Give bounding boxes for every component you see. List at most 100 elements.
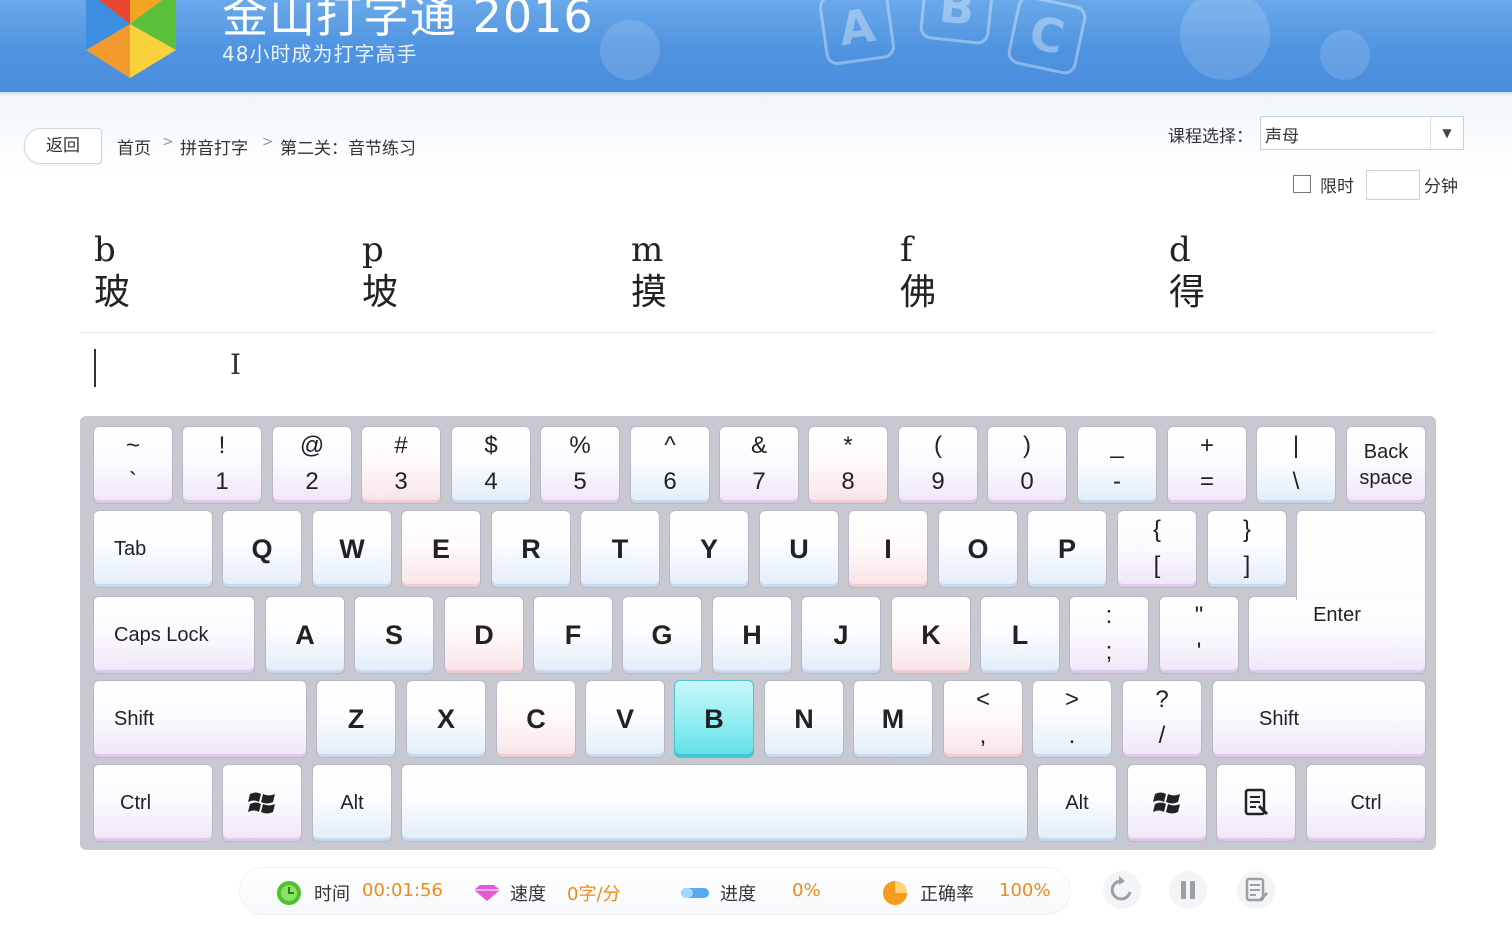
key-s[interactable]: S [354,596,434,674]
key-a[interactable]: A [265,596,345,674]
key-semicolon[interactable]: :; [1069,596,1149,674]
key-f[interactable]: F [533,596,613,674]
space-key[interactable] [401,764,1028,842]
accuracy-value: 100% [999,880,1051,901]
key-d[interactable]: D [444,596,524,674]
key-j[interactable]: J [801,596,881,674]
text-divider [80,332,1435,333]
key-row1-13[interactable]: | \ [1256,426,1336,504]
key-label: U [789,533,809,564]
practice-word: b 玻 [94,232,214,318]
key-row1-3[interactable]: #3 [361,426,441,504]
key-u[interactable]: U [759,510,839,588]
key-shift-symbol: $ [484,432,498,459]
breadcrumb-home[interactable]: 首页 [117,134,151,159]
key-label: Z [347,703,365,734]
key-x[interactable]: X [406,680,486,758]
time-limit-minutes-input[interactable] [1366,170,1420,200]
key-label: Caps Lock [114,623,209,646]
decor-bubble [1180,0,1270,80]
key-label: X [436,703,455,734]
course-select[interactable]: 声母 ▼ [1260,116,1464,150]
key-base-symbol: [ [1153,552,1161,579]
key-m[interactable]: M [853,680,933,758]
key-row1-2[interactable]: @2 [272,426,352,504]
left-windows-key[interactable] [222,764,302,842]
key-row1-8[interactable]: * 8 [808,426,888,504]
menu-key[interactable] [1216,764,1296,842]
key-row1-1[interactable]: ! 1 [182,426,262,504]
key-r[interactable]: R [491,510,571,588]
left-ctrl-key[interactable]: Ctrl [93,764,213,842]
key-y[interactable]: Y [669,510,749,588]
chevron-down-icon[interactable]: ▼ [1430,117,1463,149]
key-row1-0[interactable]: ~ ` [93,426,173,504]
key-label: P [1057,533,1076,564]
right-windows-key[interactable] [1127,764,1207,842]
key-p[interactable]: P [1027,510,1107,588]
key-h[interactable]: H [712,596,792,674]
key-row1-5[interactable]: % 5 [540,426,620,504]
left-alt-key[interactable]: Alt [312,764,392,842]
pinyin-text: b [94,230,116,270]
key-shift-symbol: ? [1155,686,1169,713]
key-row1-9[interactable]: (9 [898,426,978,504]
right-shift-key[interactable]: Shift [1212,680,1426,758]
backspace-key[interactable]: Back space [1346,426,1426,504]
tab-key[interactable]: Tab [93,510,213,588]
key-row1-7[interactable]: & 7 [719,426,799,504]
pause-icon[interactable] [1168,870,1208,910]
key-row1-11[interactable]: _ - [1077,426,1157,504]
key-n[interactable]: N [764,680,844,758]
key-c[interactable]: C [496,680,576,758]
key-b[interactable]: B [674,680,754,758]
key-row1-12[interactable]: + = [1167,426,1247,504]
key-z[interactable]: Z [316,680,396,758]
speed-label: 速度 [510,884,546,905]
key-e[interactable]: E [401,510,481,588]
right-ctrl-key[interactable]: Ctrl [1306,764,1426,842]
key-base-symbol: 4 [484,468,498,495]
key-base-symbol: ` [129,468,137,495]
left-shift-key[interactable]: Shift [93,680,307,758]
decor-letter-c: C [1005,0,1089,77]
decor-bubble [1320,30,1370,80]
key-row1-10[interactable]: ) 0 [987,426,1067,504]
course-select-label: 课程选择： [1168,127,1253,147]
key-t[interactable]: T [580,510,660,588]
time-limit-label: 限时 [1320,177,1354,197]
key-label: I [884,533,892,564]
key-row1-6[interactable]: ^ 6 [630,426,710,504]
key-base-symbol: \ [1292,468,1300,495]
key-shift-symbol: & [750,432,767,459]
key-comma[interactable]: <, [943,680,1023,758]
report-icon[interactable] [1236,870,1276,910]
key-shift-symbol: # [394,432,408,459]
app-logo-icon [86,0,176,78]
hanzi-text: 玻 [94,272,131,313]
caps-lock-key[interactable]: Caps Lock [93,596,255,674]
key-l[interactable]: L [980,596,1060,674]
key-label: R [521,533,541,564]
key-i[interactable]: I [848,510,928,588]
restart-icon[interactable] [1102,870,1142,910]
key-o[interactable]: O [938,510,1018,588]
typing-input-area[interactable] [80,340,1435,396]
key-period[interactable]: >. [1032,680,1112,758]
key-row1-4[interactable]: $4 [451,426,531,504]
right-alt-key[interactable]: Alt [1037,764,1117,842]
key-left-brace[interactable]: {[ [1117,510,1197,588]
enter-key[interactable]: Enter [1248,596,1426,674]
breadcrumb-pinyin[interactable]: 拼音打字 [180,134,248,159]
enter-key-top[interactable] [1296,510,1426,600]
key-quote[interactable]: " ' [1159,596,1239,674]
back-button[interactable]: 返回 [24,128,102,164]
key-label: Q [251,533,273,564]
key-g[interactable]: G [622,596,702,674]
key-q[interactable]: Q [222,510,302,588]
key-k[interactable]: K [891,596,971,674]
time-limit-checkbox[interactable] [1293,175,1311,193]
key-w[interactable]: W [312,510,392,588]
key-v[interactable]: V [585,680,665,758]
key-slash[interactable]: ? / [1122,680,1202,758]
